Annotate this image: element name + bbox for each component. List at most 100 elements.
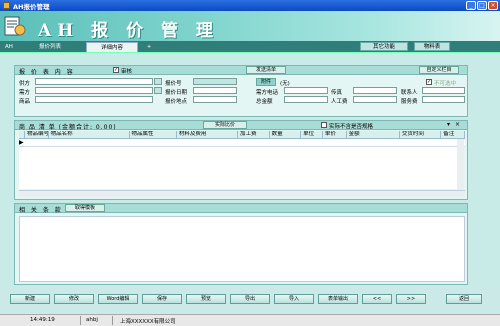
maximize-button[interactable]: □: [477, 1, 487, 10]
col-header[interactable]: 材料及费用: [177, 131, 239, 138]
buyer-picker-button[interactable]: [154, 87, 162, 94]
fax-field[interactable]: [353, 87, 397, 94]
contact-field[interactable]: [422, 87, 465, 94]
window-title: AH报价管理: [13, 3, 50, 11]
next-button[interactable]: >>: [396, 294, 426, 304]
terms-section-header: 相 关 条 款 取得模板: [15, 204, 467, 214]
buyer-field[interactable]: [35, 87, 153, 94]
tab-app[interactable]: AH: [2, 42, 16, 52]
optional-label: 不可选中: [434, 81, 457, 87]
status-user: ahbj: [86, 317, 98, 323]
spec-checkbox[interactable]: [321, 122, 327, 128]
buyer-phone-label: 需方电话: [256, 90, 279, 96]
supplier-label: 供方: [19, 81, 31, 87]
supplier-field[interactable]: [35, 78, 153, 85]
prev-button[interactable]: <<: [362, 294, 392, 304]
buyer-label: 需方: [19, 90, 31, 96]
total-field[interactable]: [284, 96, 328, 103]
terms-textarea[interactable]: [19, 216, 465, 282]
quote-date-label: 报价日期: [165, 90, 188, 96]
app-icon: [3, 2, 10, 9]
tab-strip: AH 报价列表 详细内容 + 其它功能 物料表: [0, 41, 500, 52]
custom-columns-button[interactable]: 自定义栏目: [419, 66, 459, 74]
close-section-icon[interactable]: ×: [455, 121, 460, 128]
close-button[interactable]: ×: [488, 1, 498, 10]
total-label: 总金额: [256, 99, 273, 105]
buyer-phone-field[interactable]: [284, 87, 328, 94]
terms-section: 相 关 条 款 取得模板: [14, 203, 468, 285]
tab-detail[interactable]: 详细内容: [86, 42, 138, 52]
status-time: 14:49:19: [30, 317, 55, 323]
quote-place-field[interactable]: [193, 96, 237, 103]
preview-button[interactable]: 预览: [186, 294, 226, 304]
minimize-button[interactable]: _: [466, 1, 476, 10]
import-button[interactable]: 导入: [274, 294, 314, 304]
edit-button[interactable]: 修改: [54, 294, 94, 304]
return-button[interactable]: 返回: [446, 294, 482, 304]
product-label: 商品: [19, 99, 31, 105]
col-header[interactable]: 单位: [301, 131, 323, 138]
quote-no-field[interactable]: [193, 78, 237, 85]
word-edit-button[interactable]: Word编辑: [98, 294, 138, 304]
quote-section-title: 报 价 表 内 容: [19, 69, 75, 76]
quote-section: 报 价 表 内 容 ✓ 审核 发送清单 自定义栏目 供方 需方 商品 报价号 报…: [14, 65, 468, 117]
export-button[interactable]: 导出: [230, 294, 270, 304]
review-checkbox[interactable]: ✓: [113, 67, 119, 73]
compare-button[interactable]: 实际比价: [203, 121, 247, 129]
col-header[interactable]: 金额: [347, 131, 400, 138]
contact-label: 联系人: [401, 90, 418, 96]
quote-no-label: 报价号: [165, 81, 182, 87]
quote-date-field[interactable]: [193, 87, 237, 94]
save-button[interactable]: 保存: [142, 294, 182, 304]
attachment-value: (无): [280, 81, 290, 87]
attachment-button[interactable]: 附件: [256, 78, 276, 86]
app-banner: AH 报 价 管 理: [0, 11, 500, 41]
table-row[interactable]: ▶: [19, 139, 465, 147]
terms-section-title: 相 关 条 款: [19, 207, 63, 214]
status-separator: [80, 316, 81, 325]
items-section-header: 商 品 清 单 (金额合计: 0.00) 实际比价 实际不含是否规格 ▾ ×: [15, 121, 467, 131]
new-button[interactable]: 新建: [10, 294, 50, 304]
tab-quote-list[interactable]: 报价列表: [28, 42, 72, 52]
quote-section-header: 报 价 表 内 容 ✓ 审核 发送清单 自定义栏目: [15, 66, 467, 76]
col-header[interactable]: 交货时间: [400, 131, 442, 138]
col-header[interactable]: 物品名称: [49, 131, 130, 138]
labor-field[interactable]: [353, 96, 397, 103]
col-header[interactable]: 数量: [270, 131, 302, 138]
labor-label: 人工费: [331, 99, 348, 105]
window-titlebar: AH报价管理 _ □ ×: [0, 0, 500, 11]
banner-title: AH 报 价 管 理: [38, 21, 219, 41]
status-separator: [112, 316, 113, 325]
service-label: 服务费: [401, 99, 418, 105]
dropdown-icon[interactable]: ▾: [447, 121, 450, 128]
items-grid-header: 物品编号 物品名称 物品属性 材料及费用 加工费 数量 单位 单价 金额 交货时…: [19, 131, 465, 139]
get-template-button[interactable]: 取得模板: [65, 204, 105, 212]
col-header[interactable]: 物品属性: [130, 131, 177, 138]
form-output-button[interactable]: 表单输出: [318, 294, 358, 304]
col-header[interactable]: 单价: [323, 131, 347, 138]
optional-checkbox[interactable]: ✓: [426, 79, 432, 85]
tab-add-button[interactable]: +: [144, 42, 154, 52]
items-grid-body[interactable]: [19, 147, 457, 189]
supplier-picker-button[interactable]: [154, 78, 162, 85]
spec-checkbox-label: 实际不含是否规格: [329, 124, 374, 130]
other-functions-button[interactable]: 其它功能: [360, 42, 408, 51]
materials-button[interactable]: 物料表: [414, 42, 450, 51]
items-horizontal-scrollbar[interactable]: [19, 190, 465, 197]
main-panel: 报 价 表 内 容 ✓ 审核 发送清单 自定义栏目 供方 需方 商品 报价号 报…: [0, 52, 500, 288]
status-bar: 14:49:19 ahbj 上海XXXXXX有限公司: [0, 314, 500, 326]
items-section: 商 品 清 单 (金额合计: 0.00) 实际比价 实际不含是否规格 ▾ × 物…: [14, 120, 468, 200]
col-header[interactable]: 物品编号: [25, 131, 49, 138]
col-header[interactable]: 备注: [441, 131, 465, 138]
items-vertical-scrollbar[interactable]: [457, 139, 464, 189]
quote-place-label: 报价地点: [165, 99, 188, 105]
app-logo-icon: [4, 16, 26, 36]
status-company: 上海XXXXXX有限公司: [120, 319, 176, 325]
col-header[interactable]: 加工费: [238, 131, 270, 138]
service-field[interactable]: [422, 96, 465, 103]
fax-label: 传真: [331, 90, 343, 96]
send-list-button[interactable]: 发送清单: [246, 66, 286, 74]
product-field[interactable]: [35, 96, 153, 103]
row-marker-icon: ▶: [19, 139, 24, 146]
bottom-toolbar: 新建 修改 Word编辑 保存 预览 导出 导入 表单输出 << >> 返回: [0, 288, 500, 314]
